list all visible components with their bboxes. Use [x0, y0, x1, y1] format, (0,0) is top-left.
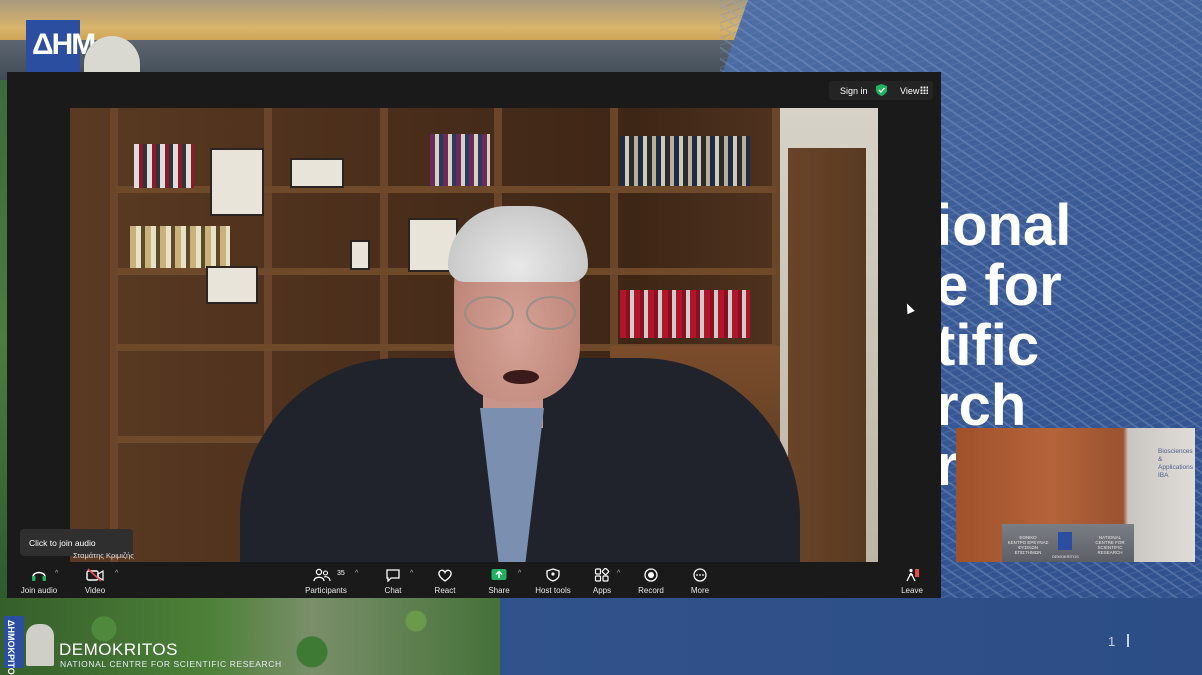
- host-tools-button[interactable]: Host tools: [533, 566, 573, 596]
- pip-sign-english: NATIONAL CENTRE FOR SCIENTIFIC RESEARCH: [1095, 535, 1125, 555]
- headphones-icon: [32, 571, 46, 581]
- books: [430, 134, 490, 186]
- meeting-topbar: [7, 72, 941, 108]
- slide-title-line: tific: [936, 313, 1040, 378]
- more-label: More: [690, 586, 710, 595]
- leave-label: Leave: [901, 586, 923, 595]
- sign-in-button[interactable]: Sign in: [840, 86, 868, 96]
- apps-label: Apps: [592, 586, 612, 595]
- participants-count-badge: 35: [337, 570, 345, 577]
- grid-view-icon[interactable]: [920, 86, 928, 94]
- participants-options-chevron-icon[interactable]: ^: [355, 570, 358, 577]
- host-tools-label: Host tools: [535, 586, 571, 595]
- apps-options-chevron-icon[interactable]: ^: [617, 570, 620, 577]
- chat-label: Chat: [384, 586, 402, 595]
- host-shield-icon: [546, 568, 560, 582]
- apps-icon: [594, 568, 610, 582]
- books: [130, 226, 230, 268]
- photo-frame: [290, 158, 344, 188]
- speaker-video: [70, 108, 878, 562]
- share-button[interactable]: Share: [483, 566, 515, 596]
- participants-icon: [313, 568, 331, 582]
- meeting-window: Sign in View Click to join audio Σταμάτη…: [7, 72, 941, 598]
- join-audio-tooltip-text: Click to join audio: [29, 538, 96, 548]
- video-button[interactable]: Video: [75, 566, 115, 596]
- leave-button[interactable]: Leave: [897, 566, 927, 596]
- pip-banner-text: Biosciences & Applications IBA: [1158, 448, 1194, 479]
- footer-bust-image: [26, 624, 54, 666]
- speaker-glasses: [460, 296, 580, 330]
- share-label: Share: [488, 586, 510, 595]
- video-label: Video: [84, 586, 106, 595]
- slide-footer-blue: [500, 598, 1202, 675]
- more-icon: [693, 568, 707, 582]
- view-button[interactable]: View: [900, 86, 919, 96]
- pip-logo: [1058, 532, 1072, 550]
- pip-logo-caption: DEMOKRITOS: [1052, 554, 1079, 559]
- record-label: Record: [638, 586, 664, 595]
- pip-video: Biosciences & Applications IBA ΕΘΝΙΚΟ ΚΕΝ…: [956, 428, 1195, 562]
- books: [620, 290, 750, 338]
- chat-options-chevron-icon[interactable]: ^: [410, 570, 413, 577]
- video-door: [788, 148, 866, 562]
- shelf-post: [110, 108, 118, 562]
- books: [620, 136, 750, 186]
- slide-page-number: 1: [1108, 634, 1116, 649]
- record-icon: [644, 568, 658, 582]
- audio-options-chevron-icon[interactable]: ^: [55, 570, 58, 577]
- record-button[interactable]: Record: [635, 566, 667, 596]
- footer-logo: ΔΗΜΟΚΡΙΤΟΣ: [4, 616, 24, 675]
- certificate-frame: [206, 266, 258, 304]
- chat-button[interactable]: Chat: [379, 566, 407, 596]
- speaker-mouth: [503, 370, 539, 384]
- more-button[interactable]: More: [685, 566, 715, 596]
- join-audio-label: Join audio: [20, 586, 58, 595]
- participant-name-tag: Σταμάτης Κριμιζής: [73, 551, 134, 560]
- share-screen-icon: [491, 569, 507, 580]
- share-options-chevron-icon[interactable]: ^: [518, 570, 521, 577]
- photo-frame: [210, 148, 264, 216]
- security-shield-icon[interactable]: [876, 84, 887, 96]
- slide-title-line: rch: [936, 373, 1027, 438]
- video-off-icon: [86, 568, 104, 582]
- meeting-toolbar: [7, 562, 941, 598]
- slide-page-divider: [1127, 634, 1129, 647]
- leave-icon: [906, 568, 919, 582]
- footer-brand: DEMOKRITOS: [59, 640, 178, 659]
- slide-title-line: ional: [936, 193, 1072, 258]
- books: [134, 144, 194, 188]
- participants-label: Participants: [305, 586, 347, 595]
- react-label: React: [434, 586, 456, 595]
- speaker-hair: [448, 206, 588, 282]
- chat-icon: [386, 569, 400, 582]
- pip-sign-greek: ΕΘΝΙΚΟ ΚΕΝΤΡΟ ΕΡΕΥΝΑΣ ΦΥΣΙΚΩΝ ΕΠΙΣΤΗΜΩΝ: [1007, 535, 1049, 555]
- apps-button[interactable]: Apps: [587, 566, 617, 596]
- react-button[interactable]: React: [429, 566, 461, 596]
- footer-subtitle: NATIONAL CENTRE FOR SCIENTIFIC RESEARCH: [60, 659, 282, 669]
- photo-frame: [350, 240, 370, 270]
- demokritos-logo: ΔΗΜ: [26, 20, 96, 76]
- heart-icon: [438, 569, 452, 582]
- slide-title-line: e for: [936, 253, 1062, 318]
- video-options-chevron-icon[interactable]: ^: [115, 570, 118, 577]
